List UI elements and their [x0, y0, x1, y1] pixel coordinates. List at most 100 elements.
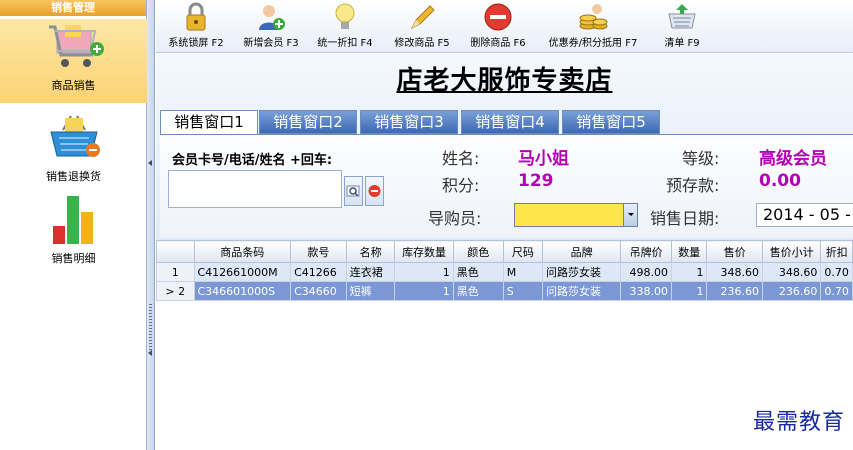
collapse-arrow-icon[interactable] — [148, 350, 152, 356]
name-value: 马小姐 — [518, 149, 569, 169]
row-indicator[interactable]: > 2 — [156, 281, 195, 301]
table-cell[interactable]: 黑色 — [452, 281, 504, 301]
sales-guide-label: 导购员: — [428, 209, 482, 228]
column-header[interactable]: 数量 — [671, 240, 708, 263]
points-value: 129 — [518, 171, 554, 191]
sales-guide-select[interactable] — [514, 203, 638, 227]
column-header[interactable]: 颜色 — [452, 240, 504, 263]
pencil-icon — [410, 5, 435, 30]
level-label: 等级: — [682, 149, 720, 168]
column-header[interactable]: 商品条码 — [193, 240, 292, 263]
column-header[interactable]: 库存数量 — [394, 240, 454, 263]
table-cell[interactable]: 1 — [394, 262, 454, 282]
column-header[interactable]: 吊牌价 — [620, 240, 673, 263]
sales-date-label: 销售日期: — [650, 209, 720, 228]
row-indicator[interactable]: 1 — [156, 262, 195, 282]
table-cell[interactable]: 连衣裙 — [345, 262, 396, 282]
delete-icon — [484, 3, 512, 31]
shopping-cart-icon — [48, 25, 104, 67]
toolbar: 系统锁屏 F2 新增会员 F3 统一折扣 F4 修改商品 F5 删除商品 F6 — [156, 0, 853, 53]
member-search-label: 会员卡号/电话/姓名 +回车: — [172, 153, 333, 168]
watermark-text: 最需教育 — [752, 410, 845, 435]
sales-items-grid: 商品条码 款号 名称 库存数量 颜色 尺码 品牌 吊牌价 数量 售价 售价小计 … — [156, 240, 853, 301]
collapse-arrow-icon[interactable] — [148, 160, 152, 166]
table-cell[interactable]: C412661000M — [193, 262, 292, 282]
add-user-icon — [259, 5, 285, 30]
table-cell[interactable]: 348.60 — [761, 262, 822, 282]
column-header[interactable]: 款号 — [290, 240, 347, 263]
coupon-points-button[interactable]: 优惠券/积分抵用 F7 — [538, 0, 648, 53]
table-cell[interactable]: 黑色 — [452, 262, 504, 282]
sales-date-field[interactable]: 2014 - 05 - — [756, 203, 853, 227]
sidebar-header: 销售管理 — [0, 0, 146, 16]
table-cell[interactable]: 236.60 — [706, 281, 763, 301]
table-cell[interactable]: 1 — [394, 281, 454, 301]
table-row[interactable]: 1 C412661000M C41266 连衣裙 1 黑色 M 问路莎女装 49… — [156, 262, 853, 282]
tab-sales-window-1[interactable]: 销售窗口1 — [160, 110, 258, 135]
checklist-button[interactable]: 清单 F9 — [652, 0, 712, 53]
tab-sales-window-3[interactable]: 销售窗口3 — [360, 110, 458, 134]
edit-item-button[interactable]: 修改商品 F5 — [386, 0, 458, 53]
delete-item-button[interactable]: 删除商品 F6 — [462, 0, 534, 53]
column-header[interactable]: 尺码 — [502, 240, 544, 263]
lock-screen-button[interactable]: 系统锁屏 F2 — [160, 0, 232, 53]
member-lookup-button[interactable] — [344, 176, 363, 206]
deposit-label: 预存款: — [666, 176, 720, 195]
table-cell[interactable]: 1 — [671, 262, 708, 282]
member-search-input[interactable] — [168, 170, 342, 208]
sales-items-table: 商品条码 款号 名称 库存数量 颜色 尺码 品牌 吊牌价 数量 售价 售价小计 … — [156, 240, 853, 301]
lightbulb-icon — [335, 3, 355, 29]
sidebar-item-label: 销售明细 — [51, 252, 96, 265]
table-cell[interactable]: 236.60 — [761, 281, 822, 301]
table-cell[interactable]: 问路莎女装 — [542, 262, 622, 282]
table-cell[interactable]: C34660 — [290, 281, 347, 301]
member-clear-button[interactable] — [365, 176, 384, 206]
table-cell[interactable]: 0.70 — [820, 281, 853, 301]
table-cell[interactable]: 338.00 — [620, 281, 673, 301]
store-title: 店老大服饰专卖店 — [396, 66, 613, 96]
member-panel: 会员卡号/电话/姓名 +回车: 姓名: 马小姐 等级: 高级会员 积分: 129… — [160, 134, 853, 238]
tab-sales-window-2[interactable]: 销售窗口2 — [259, 110, 357, 134]
search-icon — [346, 185, 360, 197]
unified-discount-button[interactable]: 统一折扣 F4 — [310, 0, 380, 53]
sidebar-item-label: 商品销售 — [51, 79, 96, 92]
table-row[interactable]: > 2 C346601000S C34660 短裤 1 黑色 S 问路莎女装 3… — [156, 281, 853, 301]
sidebar: 销售管理 商品销售 销售退换货 销售明细 — [0, 0, 147, 450]
table-cell[interactable]: C346601000S — [193, 281, 292, 301]
sidebar-item-details[interactable]: 销售明细 — [0, 192, 147, 268]
basket-icon — [49, 115, 100, 157]
table-cell[interactable]: M — [502, 262, 544, 282]
tab-sales-window-5[interactable]: 销售窗口5 — [562, 110, 660, 134]
column-header[interactable]: 名称 — [345, 240, 396, 263]
column-header[interactable]: 售价小计 — [761, 240, 822, 263]
table-cell[interactable]: 498.00 — [620, 262, 673, 282]
splitter-grip[interactable] — [149, 304, 152, 350]
deposit-value: 0.00 — [759, 171, 801, 191]
table-cell[interactable]: 问路莎女装 — [542, 281, 622, 301]
table-cell[interactable]: S — [502, 281, 544, 301]
column-header[interactable]: 售价 — [706, 240, 763, 263]
panel-splitter[interactable] — [147, 0, 155, 450]
tab-sales-window-4[interactable]: 销售窗口4 — [461, 110, 559, 134]
level-value: 高级会员 — [759, 149, 827, 169]
bar-chart-icon — [52, 196, 93, 244]
table-cell[interactable]: 短裤 — [345, 281, 396, 301]
add-member-button[interactable]: 新增会员 F3 — [236, 0, 306, 53]
chevron-down-icon[interactable] — [623, 204, 637, 226]
coins-icon — [579, 4, 608, 30]
table-cell[interactable]: C41266 — [290, 262, 347, 282]
table-cell[interactable]: 1 — [671, 281, 708, 301]
name-label: 姓名: — [442, 149, 480, 168]
points-label: 积分: — [442, 176, 480, 195]
table-cell[interactable]: 348.60 — [706, 262, 763, 282]
sidebar-item-sales[interactable]: 商品销售 — [0, 19, 147, 103]
table-header-row: 商品条码 款号 名称 库存数量 颜色 尺码 品牌 吊牌价 数量 售价 售价小计 … — [156, 240, 853, 263]
cart-list-icon — [668, 4, 696, 29]
delete-icon — [368, 185, 381, 197]
column-header[interactable]: 品牌 — [542, 240, 622, 263]
sidebar-item-label: 销售退换货 — [46, 170, 101, 183]
table-cell[interactable]: 0.70 — [820, 262, 853, 282]
column-header[interactable] — [156, 240, 195, 263]
sidebar-item-returns[interactable]: 销售退换货 — [0, 112, 147, 187]
column-header[interactable]: 折扣 — [820, 240, 853, 263]
